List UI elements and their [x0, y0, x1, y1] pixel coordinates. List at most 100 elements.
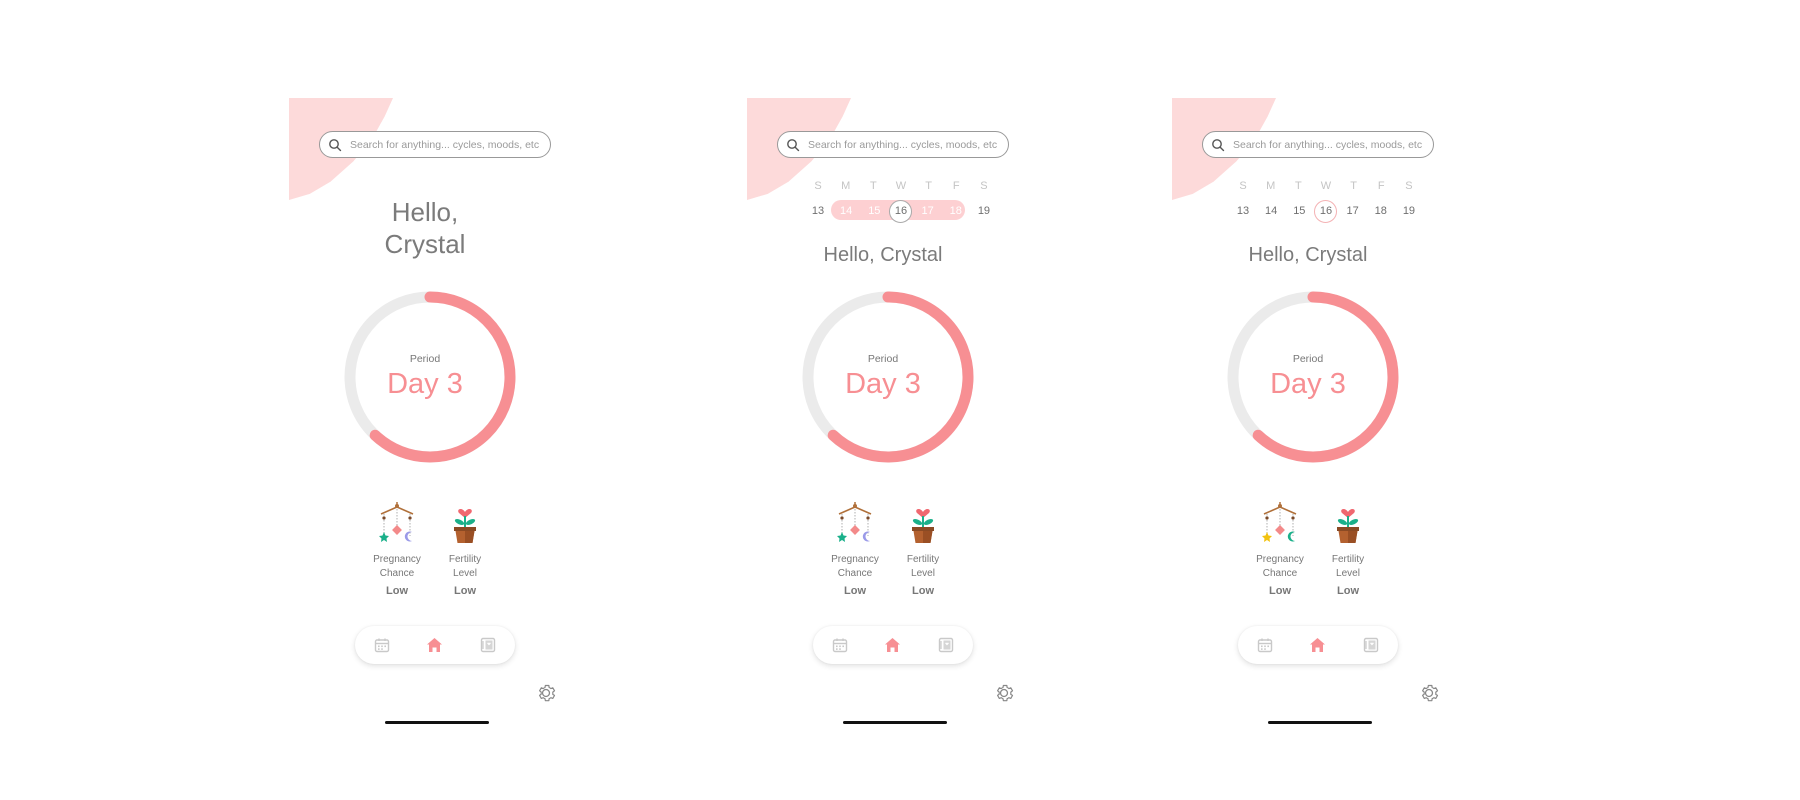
cycle-day: Day 3	[387, 368, 463, 400]
fertility-value: Low	[1337, 585, 1359, 597]
search-bar[interactable]	[319, 131, 551, 158]
flower-pot-icon	[1337, 509, 1359, 543]
pregnancy-value: Low	[844, 585, 866, 597]
fertility-label-line-2: Level	[1336, 568, 1360, 579]
bottom-nav	[1238, 626, 1398, 664]
home-indicator[interactable]	[385, 721, 489, 724]
greeting: Hello, Crystal	[1248, 244, 1368, 266]
settings-gear-icon[interactable]	[993, 682, 1015, 704]
greeting: Hello, Crystal	[823, 244, 943, 266]
weekday-label: M	[1266, 180, 1276, 192]
fertility-value: Low	[454, 585, 476, 597]
search-bar[interactable]	[1202, 131, 1434, 158]
fertility-label: Fertility Level	[430, 553, 500, 581]
nav-home[interactable]	[424, 634, 446, 656]
weekday-label: T	[925, 180, 932, 192]
calendar-icon	[832, 638, 847, 653]
bottom-nav	[813, 626, 973, 664]
pregnancy-chance-card[interactable]: Pregnancy Chance Low	[1245, 500, 1315, 597]
screen-variant-2: S M T W T F S 13 14 15 16 17 18 19 Hello…	[747, 98, 1019, 738]
pregnancy-label-line-2: Chance	[1262, 568, 1298, 579]
pregnancy-label: Pregnancy Chance	[1245, 553, 1315, 581]
journal-icon	[939, 637, 954, 653]
settings-gear-icon[interactable]	[1418, 682, 1440, 704]
date-cell[interactable]: 15	[1286, 200, 1312, 222]
search-input[interactable]	[806, 137, 1000, 152]
date-cell[interactable]: 19	[1396, 200, 1422, 222]
weekday-row: S M T W T F S	[805, 180, 997, 192]
date-row: 13 14 15 16 17 18 19	[1230, 200, 1422, 223]
fertility-label-line-1: Fertility	[1331, 554, 1365, 565]
date-cell[interactable]: 14	[833, 200, 859, 222]
pregnancy-value: Low	[386, 585, 408, 597]
date-cell[interactable]: 15	[861, 200, 887, 222]
nav-journal[interactable]	[477, 634, 499, 656]
home-indicator[interactable]	[1268, 721, 1372, 724]
fertility-value: Low	[912, 585, 934, 597]
baby-mobile-icon	[1262, 502, 1297, 542]
nav-home[interactable]	[1307, 634, 1329, 656]
flower-pot-icon	[454, 509, 476, 543]
fertility-label-line-2: Level	[911, 568, 935, 579]
fertility-label-line-2: Level	[453, 568, 477, 579]
screen-variant-1: Hello, Crystal Period Day 3 Pregnancy Ch…	[289, 98, 561, 738]
date-cell[interactable]: 13	[805, 200, 831, 222]
calendar-icon	[1257, 638, 1272, 653]
weekday-label: T	[869, 180, 877, 192]
cycle-day: Day 3	[1270, 368, 1346, 400]
date-cell-today[interactable]: 16	[1314, 200, 1338, 223]
date-cell[interactable]: 17	[1340, 200, 1366, 222]
fertility-label: Fertility Level	[1313, 553, 1383, 581]
nav-journal[interactable]	[1360, 634, 1382, 656]
pregnancy-label: Pregnancy Chance	[362, 553, 432, 581]
cycle-phase-label: Period	[867, 353, 899, 365]
search-bar[interactable]	[777, 131, 1009, 158]
nav-journal[interactable]	[935, 634, 957, 656]
date-cell[interactable]: 19	[971, 200, 997, 222]
nav-home[interactable]	[882, 634, 904, 656]
search-input[interactable]	[348, 137, 542, 152]
cycle-day: Day 3	[845, 368, 921, 400]
pregnancy-chance-card[interactable]: Pregnancy Chance Low	[820, 500, 890, 597]
greeting-line-1: Hello,	[391, 197, 459, 227]
nav-calendar[interactable]	[829, 634, 851, 656]
journal-icon	[481, 637, 496, 653]
weekday-label: M	[841, 180, 851, 192]
date-cell[interactable]: 18	[1368, 200, 1394, 222]
fertility-level-card[interactable]: Fertility Level Low	[430, 500, 500, 597]
weekday-label: T	[1294, 180, 1302, 192]
date-cell[interactable]: 18	[943, 200, 969, 222]
weekday-label: S	[1239, 180, 1247, 192]
date-cell[interactable]: 17	[915, 200, 941, 222]
settings-gear-icon[interactable]	[535, 682, 557, 704]
fertility-label-line-1: Fertility	[906, 554, 940, 565]
pregnancy-chance-card[interactable]: Pregnancy Chance Low	[362, 500, 432, 597]
pregnancy-label-line-1: Pregnancy	[831, 554, 879, 565]
pregnancy-value: Low	[1269, 585, 1291, 597]
nav-calendar[interactable]	[371, 634, 393, 656]
weekday-label: F	[952, 180, 960, 192]
pregnancy-label-line-2: Chance	[379, 568, 415, 579]
pregnancy-label: Pregnancy Chance	[820, 553, 890, 581]
bottom-nav	[355, 626, 515, 664]
home-indicator[interactable]	[843, 721, 947, 724]
date-row: 13 14 15 16 17 18 19	[805, 200, 997, 223]
search-icon	[787, 138, 800, 151]
search-icon	[329, 138, 342, 151]
date-cell[interactable]: 14	[1258, 200, 1284, 222]
fertility-level-card[interactable]: Fertility Level Low	[1313, 500, 1383, 597]
weekday-row: S M T W T F S	[1230, 180, 1422, 192]
weekday-label: S	[814, 180, 822, 192]
search-input[interactable]	[1231, 137, 1425, 152]
screen-variant-3: S M T W T F S 13 14 15 16 17 18 19 Hello…	[1172, 98, 1444, 738]
journal-icon	[1364, 637, 1379, 653]
search-icon	[1212, 138, 1225, 151]
flower-pot-icon	[912, 509, 934, 543]
fertility-label: Fertility Level	[888, 553, 958, 581]
nav-calendar[interactable]	[1254, 634, 1276, 656]
greeting-name: Crystal	[384, 229, 466, 259]
pregnancy-label-line-1: Pregnancy	[1256, 554, 1304, 565]
baby-mobile-icon	[379, 502, 414, 542]
fertility-level-card[interactable]: Fertility Level Low	[888, 500, 958, 597]
date-cell[interactable]: 13	[1230, 200, 1256, 222]
